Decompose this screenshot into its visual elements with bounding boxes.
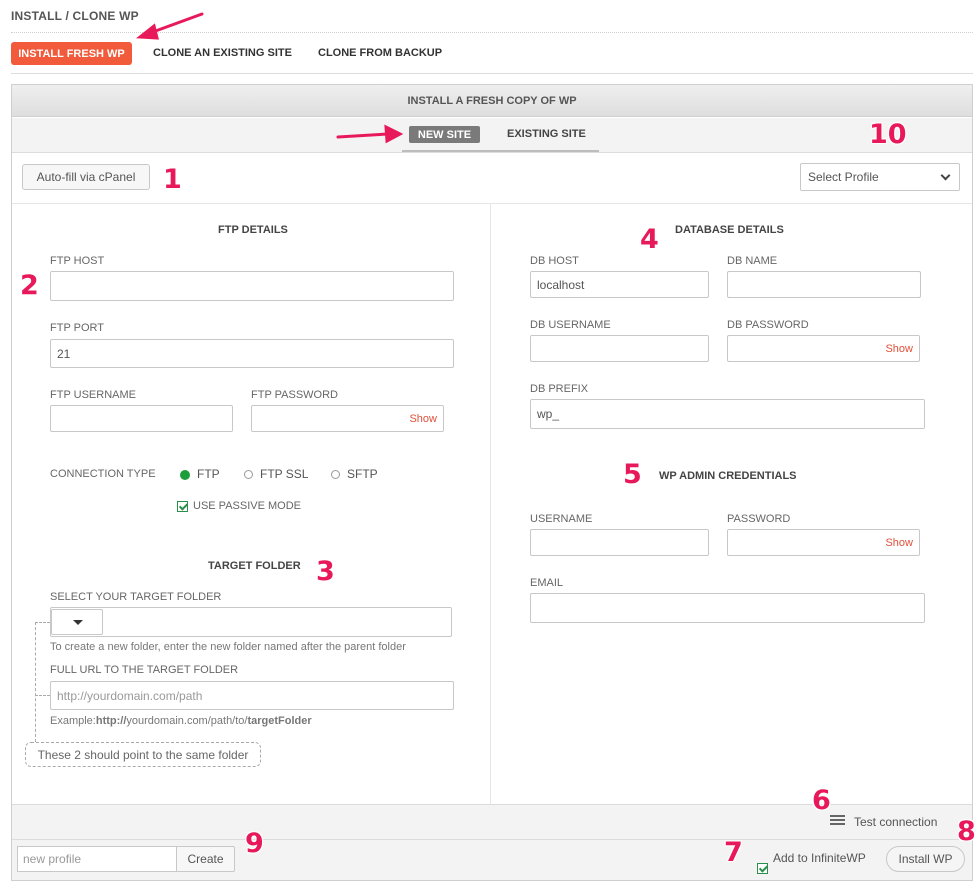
annotation-3: 3 [316,556,335,587]
annotation-7: 7 [724,837,743,868]
annotation-9: 9 [245,828,264,859]
annotation-5: 5 [623,459,642,490]
annotation-8: 8 [957,816,976,847]
annotation-2: 2 [20,270,39,301]
arrow-pointer-icon [135,12,404,144]
annotation-1: 1 [163,164,182,195]
annotation-10: 10 [869,119,907,150]
annotation-6: 6 [812,785,831,816]
annotation-4: 4 [640,224,659,255]
